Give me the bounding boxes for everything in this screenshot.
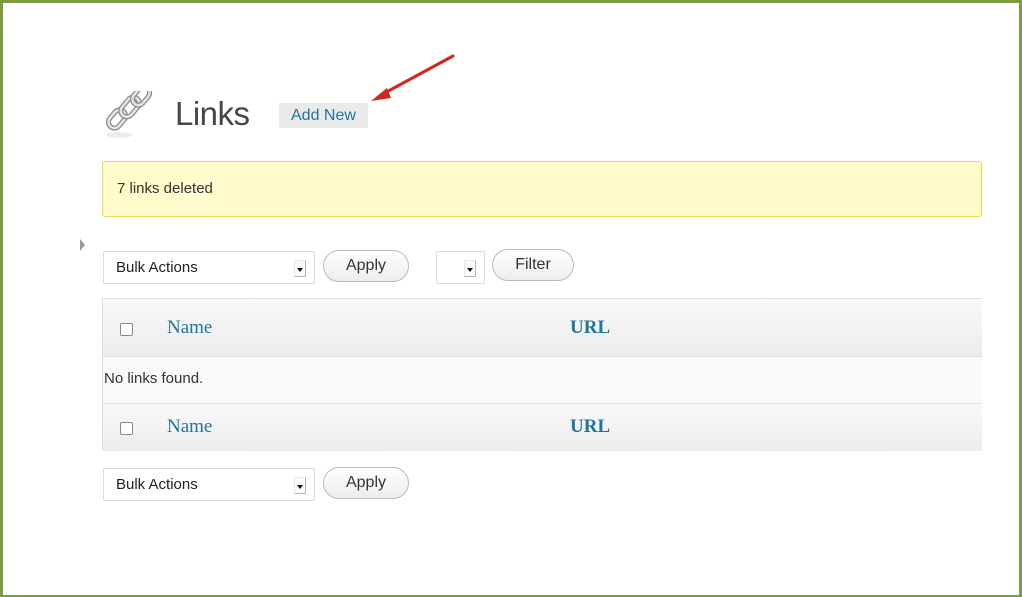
chevron-down-icon (464, 260, 476, 277)
column-name-header[interactable]: Name (167, 317, 212, 339)
select-all-checkbox-footer[interactable] (120, 422, 133, 435)
bulk-actions-label: Bulk Actions (116, 476, 198, 493)
collapse-arrow-icon[interactable] (80, 239, 85, 251)
chevron-down-icon (294, 260, 306, 277)
bulk-actions-select-bottom[interactable]: Bulk Actions (103, 468, 315, 501)
table-footer: Name URL (103, 403, 982, 451)
apply-button-bottom[interactable]: Apply (323, 467, 409, 499)
filter-button[interactable]: Filter (492, 249, 574, 281)
chevron-down-icon (294, 477, 306, 494)
links-icon (103, 84, 163, 141)
bulk-actions-select-top[interactable]: Bulk Actions (103, 251, 315, 284)
select-all-checkbox[interactable] (120, 323, 133, 336)
bulk-actions-label: Bulk Actions (116, 259, 198, 276)
column-url-footer[interactable]: URL (570, 416, 610, 438)
table-header: Name URL (103, 299, 982, 357)
page-title: Links (175, 95, 250, 132)
screenshot-frame: Links Add New 7 links deleted Bulk Actio… (0, 0, 1022, 597)
category-filter-select[interactable] (436, 251, 485, 284)
annotation-arrow-icon (371, 54, 455, 101)
add-new-button[interactable]: Add New (279, 103, 368, 128)
notice-text: 7 links deleted (117, 180, 213, 197)
column-url-header[interactable]: URL (570, 317, 610, 339)
links-table: Name URL No links found. Name URL (102, 298, 982, 451)
links-deleted-notice: 7 links deleted (102, 161, 982, 217)
no-items-message: No links found. (104, 370, 204, 387)
column-name-footer[interactable]: Name (167, 416, 212, 438)
table-row: No links found. (103, 357, 982, 403)
apply-button-top[interactable]: Apply (323, 250, 409, 282)
